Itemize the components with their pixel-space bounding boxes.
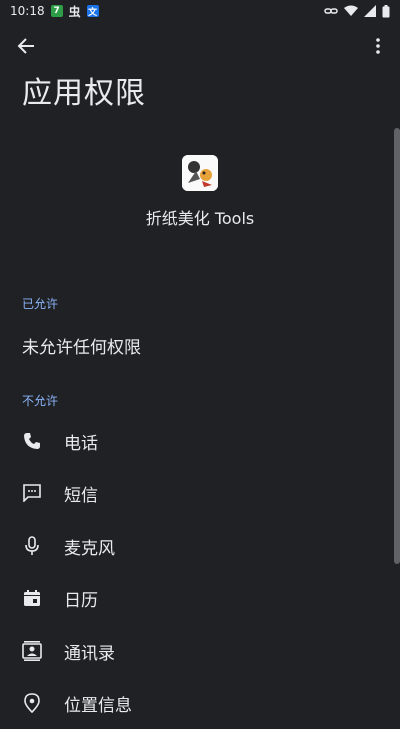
arrow-back-icon	[17, 38, 34, 54]
wifi-icon	[344, 5, 358, 16]
no-permissions-text: 未允许任何权限	[22, 338, 141, 358]
permission-label-microphone: 麦克风	[64, 538, 115, 559]
notification-app-icon: 7	[50, 5, 63, 17]
more-vert-icon	[376, 38, 380, 54]
permission-item-microphone[interactable]: 麦克风	[0, 520, 400, 572]
more-options-button[interactable]	[364, 30, 392, 62]
permission-label-phone: 电话	[64, 433, 98, 454]
permission-item-contacts[interactable]: 通讯录	[0, 625, 400, 677]
permission-item-location[interactable]: 位置信息	[0, 677, 400, 729]
scrollbar[interactable]	[394, 128, 400, 564]
allowed-section-header: 已允许	[22, 297, 59, 311]
denied-section-header: 不允许	[22, 394, 59, 408]
calendar-icon	[20, 586, 44, 610]
status-time: 10:18	[10, 4, 45, 18]
microphone-icon	[20, 534, 44, 558]
sms-icon	[20, 481, 44, 505]
app-info: 折纸美化 Tools	[0, 155, 400, 229]
signal-icon	[364, 5, 376, 17]
permission-item-sms[interactable]: 短信	[0, 467, 400, 519]
app-bar	[0, 22, 400, 70]
link-icon	[324, 8, 338, 14]
notification-bug-icon: 虫	[68, 4, 81, 19]
contacts-icon	[20, 639, 44, 663]
location-icon	[20, 691, 44, 715]
status-left: 10:18 7 虫 文	[10, 4, 99, 19]
app-name: 折纸美化 Tools	[145, 209, 255, 228]
permission-item-phone[interactable]: 电话	[0, 415, 400, 467]
app-icon	[182, 155, 218, 191]
battery-icon	[382, 4, 390, 17]
status-right	[324, 4, 390, 18]
page-title: 应用权限	[22, 76, 146, 111]
back-button[interactable]	[10, 30, 42, 62]
phone-icon	[20, 429, 44, 453]
permission-label-contacts: 通讯录	[64, 643, 115, 664]
status-bar: 10:18 7 虫 文	[0, 0, 400, 22]
permission-label-calendar: 日历	[64, 590, 98, 611]
permission-item-calendar[interactable]: 日历	[0, 572, 400, 624]
notification-translate-icon: 文	[86, 5, 99, 18]
permission-label-sms: 短信	[64, 485, 98, 506]
